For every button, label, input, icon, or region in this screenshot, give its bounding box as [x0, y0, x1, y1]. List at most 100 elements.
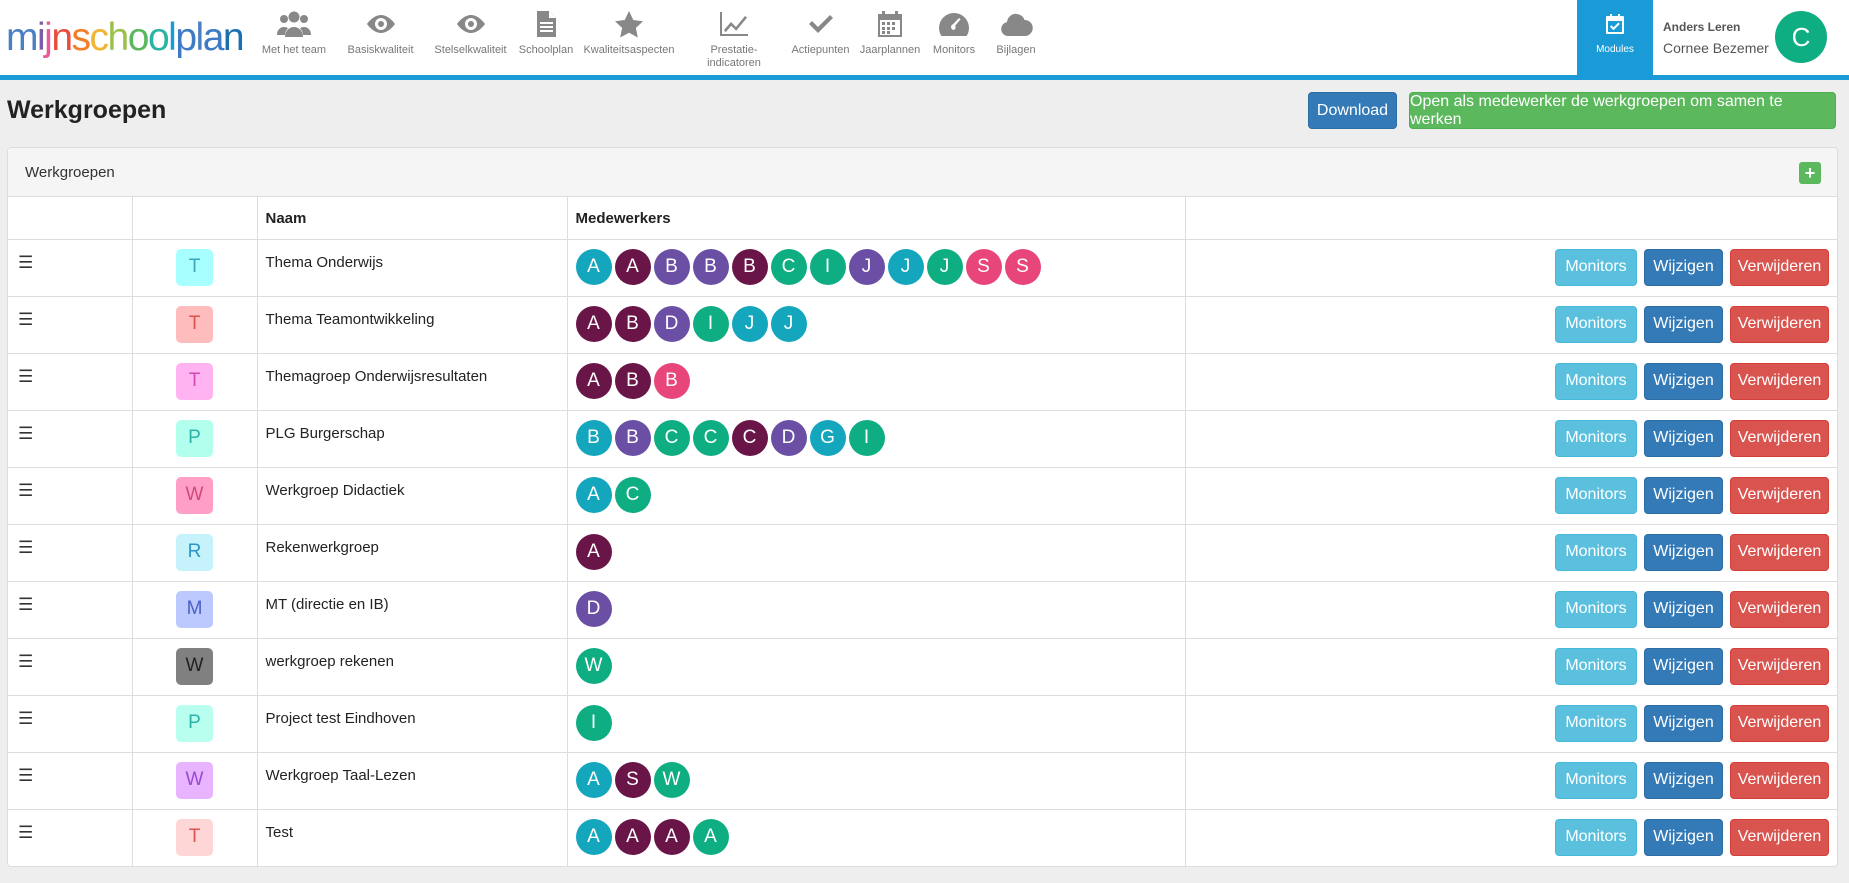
member-avatar[interactable]: A	[575, 362, 612, 399]
edit-button[interactable]: Wijzigen	[1644, 704, 1723, 742]
drag-handle[interactable]: ☰	[8, 638, 133, 696]
member-avatar[interactable]: C	[731, 419, 768, 456]
nav-monitors[interactable]: Monitors	[923, 0, 985, 75]
member-avatar[interactable]: C	[653, 419, 690, 456]
delete-button[interactable]: Verwijderen	[1730, 419, 1829, 457]
member-avatar[interactable]: A	[575, 248, 612, 285]
member-avatar[interactable]: J	[731, 305, 768, 342]
edit-button[interactable]: Wijzigen	[1644, 248, 1723, 286]
member-avatar[interactable]: C	[692, 419, 729, 456]
member-avatar[interactable]: B	[575, 419, 612, 456]
delete-button[interactable]: Verwijderen	[1730, 761, 1829, 799]
nav-actie[interactable]: Actiepunten	[784, 0, 857, 75]
member-avatar[interactable]: A	[614, 248, 651, 285]
member-avatar[interactable]: I	[575, 704, 612, 741]
drag-handle[interactable]: ☰	[8, 353, 133, 411]
nav-stelsel[interactable]: Stelselkwaliteit	[423, 0, 518, 75]
member-avatar[interactable]: B	[653, 248, 690, 285]
drag-handle[interactable]: ☰	[8, 467, 133, 525]
drag-handle[interactable]: ☰	[8, 581, 133, 639]
member-avatar[interactable]: B	[614, 419, 651, 456]
member-avatar[interactable]: A	[692, 818, 729, 855]
delete-button[interactable]: Verwijderen	[1730, 704, 1829, 742]
mijnschoolplan-logo[interactable]: mijnschoolplan	[6, 14, 245, 62]
member-avatar[interactable]: I	[809, 248, 846, 285]
member-avatar[interactable]: I	[692, 305, 729, 342]
drag-handle[interactable]: ☰	[8, 239, 133, 297]
monitors-button[interactable]: Monitors	[1555, 476, 1637, 514]
download-button[interactable]: Download	[1308, 92, 1397, 129]
member-avatar[interactable]: J	[770, 305, 807, 342]
member-avatar[interactable]: A	[653, 818, 690, 855]
drag-handle[interactable]: ☰	[8, 410, 133, 468]
delete-button[interactable]: Verwijderen	[1730, 647, 1829, 685]
nav-team[interactable]: Met het team	[250, 0, 338, 75]
member-avatar[interactable]: J	[848, 248, 885, 285]
edit-button[interactable]: Wijzigen	[1644, 419, 1723, 457]
member-avatar[interactable]: B	[731, 248, 768, 285]
member-avatar[interactable]: D	[770, 419, 807, 456]
member-avatar[interactable]: G	[809, 419, 846, 456]
edit-button[interactable]: Wijzigen	[1644, 647, 1723, 685]
edit-button[interactable]: Wijzigen	[1644, 533, 1723, 571]
nav-schoolplan[interactable]: Schoolplan	[518, 0, 574, 75]
drag-handle[interactable]: ☰	[8, 752, 133, 810]
drag-handle[interactable]: ☰	[8, 809, 133, 866]
nav-jaar[interactable]: Jaarplannen	[857, 0, 923, 75]
member-avatar[interactable]: W	[575, 647, 612, 684]
drag-handle[interactable]: ☰	[8, 524, 133, 582]
member-avatar[interactable]: C	[770, 248, 807, 285]
monitors-button[interactable]: Monitors	[1555, 818, 1637, 856]
edit-button[interactable]: Wijzigen	[1644, 362, 1723, 400]
member-avatar[interactable]: C	[614, 476, 651, 513]
delete-button[interactable]: Verwijderen	[1730, 362, 1829, 400]
delete-button[interactable]: Verwijderen	[1730, 476, 1829, 514]
monitors-button[interactable]: Monitors	[1555, 590, 1637, 628]
monitors-button[interactable]: Monitors	[1555, 419, 1637, 457]
member-avatar[interactable]: A	[575, 305, 612, 342]
drag-handle[interactable]: ☰	[8, 695, 133, 753]
member-avatar[interactable]: B	[692, 248, 729, 285]
member-avatar[interactable]: D	[575, 590, 612, 627]
nav-prestatie[interactable]: Prestatie- indicatoren	[684, 0, 784, 75]
member-avatar[interactable]: A	[575, 476, 612, 513]
member-avatar[interactable]: S	[614, 761, 651, 798]
nav-bijlagen[interactable]: Bijlagen	[985, 0, 1047, 75]
member-avatar[interactable]: J	[926, 248, 963, 285]
member-avatar[interactable]: B	[614, 305, 651, 342]
monitors-button[interactable]: Monitors	[1555, 533, 1637, 571]
member-avatar[interactable]: A	[575, 761, 612, 798]
monitors-button[interactable]: Monitors	[1555, 704, 1637, 742]
user-info[interactable]: Anders Leren Cornee Bezemer	[1663, 20, 1769, 56]
monitors-button[interactable]: Monitors	[1555, 305, 1637, 343]
edit-button[interactable]: Wijzigen	[1644, 476, 1723, 514]
monitors-button[interactable]: Monitors	[1555, 362, 1637, 400]
member-avatar[interactable]: A	[575, 818, 612, 855]
nav-basis[interactable]: Basiskwaliteit	[338, 0, 423, 75]
member-avatar[interactable]: A	[575, 533, 612, 570]
drag-handle[interactable]: ☰	[8, 296, 133, 354]
open-as-employee-button[interactable]: Open als medewerker de werkgroepen om sa…	[1409, 92, 1836, 129]
edit-button[interactable]: Wijzigen	[1644, 818, 1723, 856]
nav-kwaliteit[interactable]: Kwaliteitsaspecten	[574, 0, 684, 75]
delete-button[interactable]: Verwijderen	[1730, 248, 1829, 286]
modules-button[interactable]: Modules	[1577, 0, 1653, 75]
member-avatar[interactable]: J	[887, 248, 924, 285]
user-avatar[interactable]: C	[1775, 11, 1827, 63]
edit-button[interactable]: Wijzigen	[1644, 761, 1723, 799]
edit-button[interactable]: Wijzigen	[1644, 305, 1723, 343]
monitors-button[interactable]: Monitors	[1555, 647, 1637, 685]
member-avatar[interactable]: D	[653, 305, 690, 342]
member-avatar[interactable]: W	[653, 761, 690, 798]
delete-button[interactable]: Verwijderen	[1730, 590, 1829, 628]
member-avatar[interactable]: S	[1004, 248, 1041, 285]
member-avatar[interactable]: B	[653, 362, 690, 399]
member-avatar[interactable]: I	[848, 419, 885, 456]
delete-button[interactable]: Verwijderen	[1730, 533, 1829, 571]
monitors-button[interactable]: Monitors	[1555, 761, 1637, 799]
delete-button[interactable]: Verwijderen	[1730, 305, 1829, 343]
delete-button[interactable]: Verwijderen	[1730, 818, 1829, 856]
monitors-button[interactable]: Monitors	[1555, 248, 1637, 286]
member-avatar[interactable]: B	[614, 362, 651, 399]
edit-button[interactable]: Wijzigen	[1644, 590, 1723, 628]
